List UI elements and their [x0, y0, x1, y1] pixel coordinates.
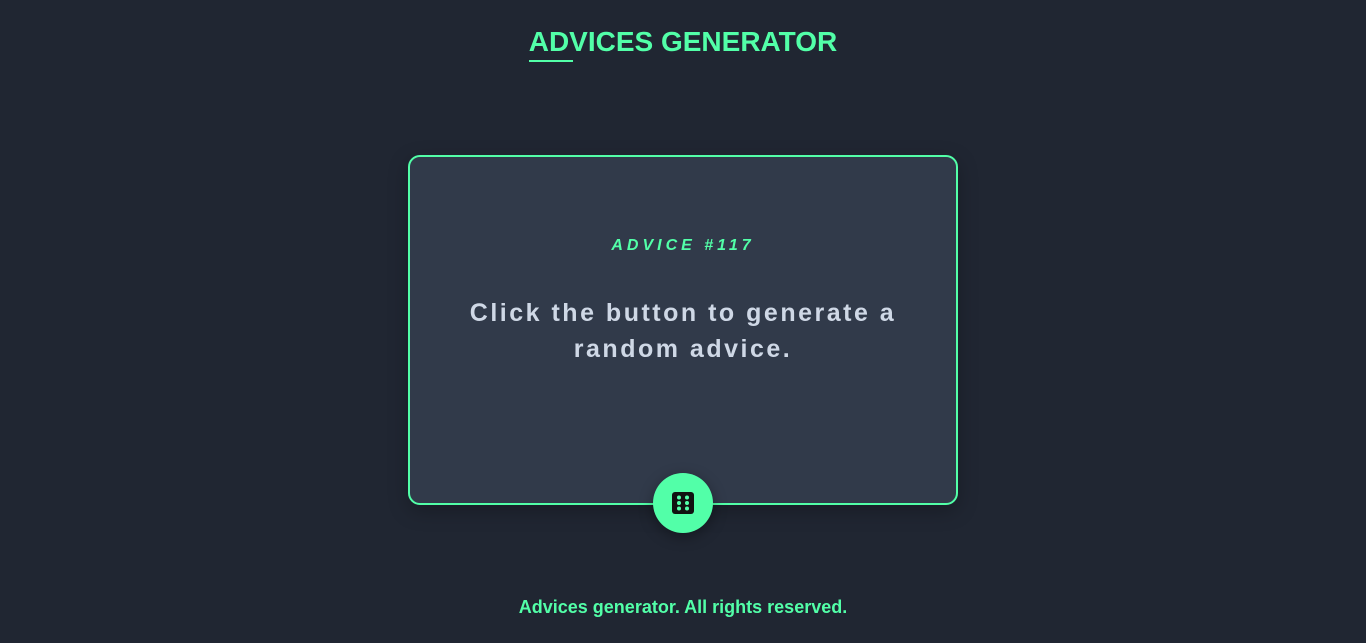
page: ADVICES GENERATOR ADVICE #117 Click the …	[0, 0, 1366, 643]
dice-icon	[672, 492, 694, 514]
advice-text: Click the button to generate a random ad…	[469, 299, 897, 363]
advice-card: ADVICE #117 Click the button to generate…	[408, 155, 958, 505]
title-underline	[528, 60, 573, 62]
footer-text: Advices generator. All rights reserved.	[518, 597, 848, 617]
generate-advice-button[interactable]	[653, 473, 713, 533]
header: ADVICES GENERATOR	[0, 26, 1366, 62]
page-title-text: ADVICES GENERATOR	[528, 26, 838, 57]
page-title: ADVICES GENERATOR	[528, 26, 838, 62]
advice-id: ADVICE #117	[611, 237, 755, 254]
